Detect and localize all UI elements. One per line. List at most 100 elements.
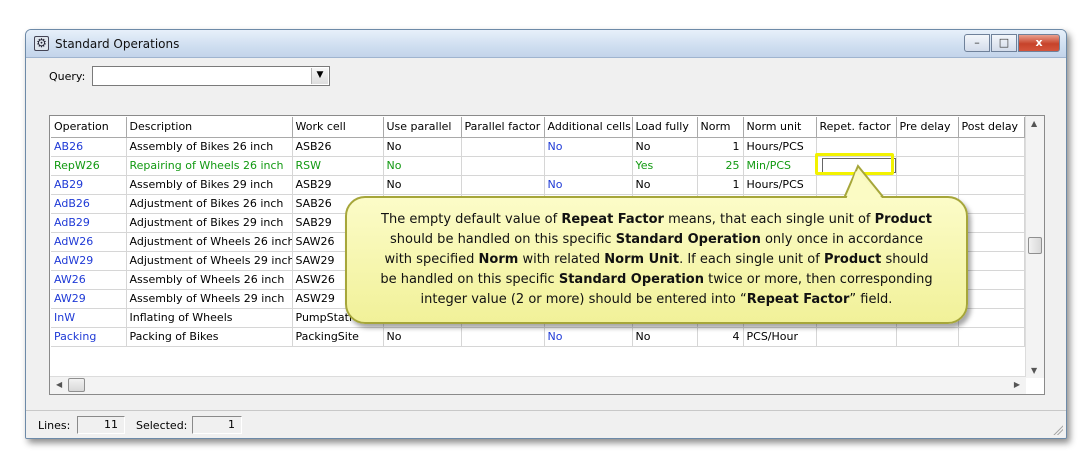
scroll-left-icon[interactable]: ◀ [56,380,62,389]
cell-operation[interactable]: AW29 [51,289,127,309]
cell-description[interactable]: Adjustment of Bikes 29 inch [126,213,293,233]
cell-use-parallel[interactable]: No [383,175,462,195]
cell-pre-delay[interactable] [896,327,959,347]
cell-pre-delay[interactable] [896,175,959,195]
callout-term: Repeat Factor [746,292,850,307]
table-row[interactable]: AB29 Assembly of Bikes 29 inch ASB29 No No No… [51,175,1025,195]
cell-description[interactable]: Adjustment of Wheels 26 inch [126,232,293,252]
cell-parallel-factor[interactable] [461,175,545,195]
cell-load-fully[interactable]: No [632,137,698,157]
cell-load-fully[interactable]: No [632,327,698,347]
cell-parallel-factor[interactable] [461,137,545,157]
cell-load-fully[interactable]: Yes [632,156,698,176]
column-header-load-fully[interactable]: Load fully [632,117,698,138]
horizontal-scrollbar[interactable]: ◀ ▶ [50,376,1026,394]
resize-grip-icon[interactable] [1052,424,1063,435]
vertical-scrollbar[interactable]: ▲ ▼ [1025,116,1044,378]
column-header-operation[interactable]: Operation [51,117,127,138]
cell-use-parallel[interactable]: No [383,327,462,347]
repeat-factor-callout: The empty default value of Repeat Factor… [345,196,968,324]
cell-operation[interactable]: AB26 [51,137,127,157]
cell-operation[interactable]: AdW29 [51,251,127,271]
cell-post-delay[interactable] [958,156,1025,176]
callout-text: twice or more, then corresponding [703,272,933,287]
close-button[interactable]: x [1018,34,1060,52]
scroll-down-icon[interactable]: ▼ [1031,366,1037,375]
column-header-description[interactable]: Description [126,117,293,138]
cell-operation[interactable]: AdW26 [51,232,127,252]
scroll-right-icon[interactable]: ▶ [1014,380,1020,389]
cell-operation[interactable]: RepW26 [51,156,127,176]
cell-load-fully[interactable]: No [632,175,698,195]
cell-additional-cells[interactable]: No [544,327,633,347]
cell-norm[interactable]: 1 [697,175,744,195]
cell-post-delay[interactable] [958,308,1025,328]
cell-description[interactable]: Assembly of Bikes 29 inch [126,175,293,195]
cell-work-cell[interactable]: RSW [292,156,384,176]
cell-post-delay[interactable] [958,194,1025,214]
cell-operation[interactable]: AB29 [51,175,127,195]
cell-norm[interactable]: 25 [697,156,744,176]
cell-additional-cells[interactable]: No [544,137,633,157]
cell-additional-cells[interactable] [544,156,633,176]
cell-additional-cells[interactable]: No [544,175,633,195]
cell-pre-delay[interactable] [896,156,959,176]
cell-norm-unit[interactable]: Hours/PCS [743,137,817,157]
cell-norm-unit[interactable]: Min/PCS [743,156,817,176]
cell-norm-unit[interactable]: Hours/PCS [743,175,817,195]
cell-norm[interactable]: 1 [697,137,744,157]
column-header-repet-factor[interactable]: Repet. factor [816,117,897,138]
cell-operation[interactable]: AdB29 [51,213,127,233]
column-header-parallel-factor[interactable]: Parallel factor [461,117,545,138]
cell-operation[interactable]: Packing [51,327,127,347]
cell-operation[interactable]: AdB26 [51,194,127,214]
cell-work-cell[interactable]: ASB26 [292,137,384,157]
cell-use-parallel[interactable]: No [383,137,462,157]
table-row[interactable]: Packing Packing of Bikes PackingSite No No No… [51,327,1025,347]
vertical-scroll-thumb[interactable] [1028,237,1042,254]
cell-repet-factor[interactable] [816,175,897,195]
callout-text: should be handled on this specific [389,232,616,247]
cell-description[interactable]: Inflating of Wheels [126,308,293,328]
column-header-norm[interactable]: Norm [697,117,744,138]
cell-description[interactable]: Packing of Bikes [126,327,293,347]
window-title: Standard Operations [55,37,180,51]
maximize-button[interactable]: □ [991,34,1017,52]
cell-post-delay[interactable] [958,137,1025,157]
cell-repet-factor[interactable] [816,327,897,347]
query-dropdown[interactable]: ▼ [92,66,330,86]
column-header-post-delay[interactable]: Post delay [958,117,1025,138]
cell-description[interactable]: Assembly of Bikes 26 inch [126,137,293,157]
cell-work-cell[interactable]: ASB29 [292,175,384,195]
cell-operation[interactable]: InW [51,308,127,328]
cell-use-parallel[interactable]: No [383,156,462,176]
column-header-pre-delay[interactable]: Pre delay [896,117,959,138]
cell-norm[interactable]: 4 [697,327,744,347]
cell-norm-unit[interactable]: PCS/Hour [743,327,817,347]
cell-work-cell[interactable]: PackingSite [292,327,384,347]
cell-operation[interactable]: AW26 [51,270,127,290]
callout-text: ” field. [849,292,893,307]
column-header-additional-cells[interactable]: Additional cells [544,117,633,138]
cell-description[interactable]: Assembly of Wheels 29 inch [126,289,293,309]
scroll-up-icon[interactable]: ▲ [1031,119,1037,128]
minimize-button[interactable]: – [964,34,990,52]
title-bar[interactable]: ⚙ Standard Operations – □ x [26,30,1066,58]
cell-parallel-factor[interactable] [461,327,545,347]
cell-parallel-factor[interactable] [461,156,545,176]
cell-description[interactable]: Assembly of Wheels 26 inch [126,270,293,290]
lines-count: 11 [77,416,125,434]
callout-term: Repeat Factor [561,212,664,227]
column-header-use-parallel[interactable]: Use parallel [383,117,462,138]
column-header-work-cell[interactable]: Work cell [292,117,384,138]
horizontal-scroll-thumb[interactable] [68,378,85,392]
cell-description[interactable]: Repairing of Wheels 26 inch [126,156,293,176]
cell-post-delay[interactable] [958,327,1025,347]
column-header-norm-unit[interactable]: Norm unit [743,117,817,138]
cell-description[interactable]: Adjustment of Wheels 29 inch [126,251,293,271]
cell-pre-delay[interactable] [896,137,959,157]
chevron-down-icon[interactable]: ▼ [311,68,328,84]
callout-line: integer value (2 or more) should be ente… [357,290,956,310]
cell-post-delay[interactable] [958,175,1025,195]
cell-description[interactable]: Adjustment of Bikes 26 inch [126,194,293,214]
